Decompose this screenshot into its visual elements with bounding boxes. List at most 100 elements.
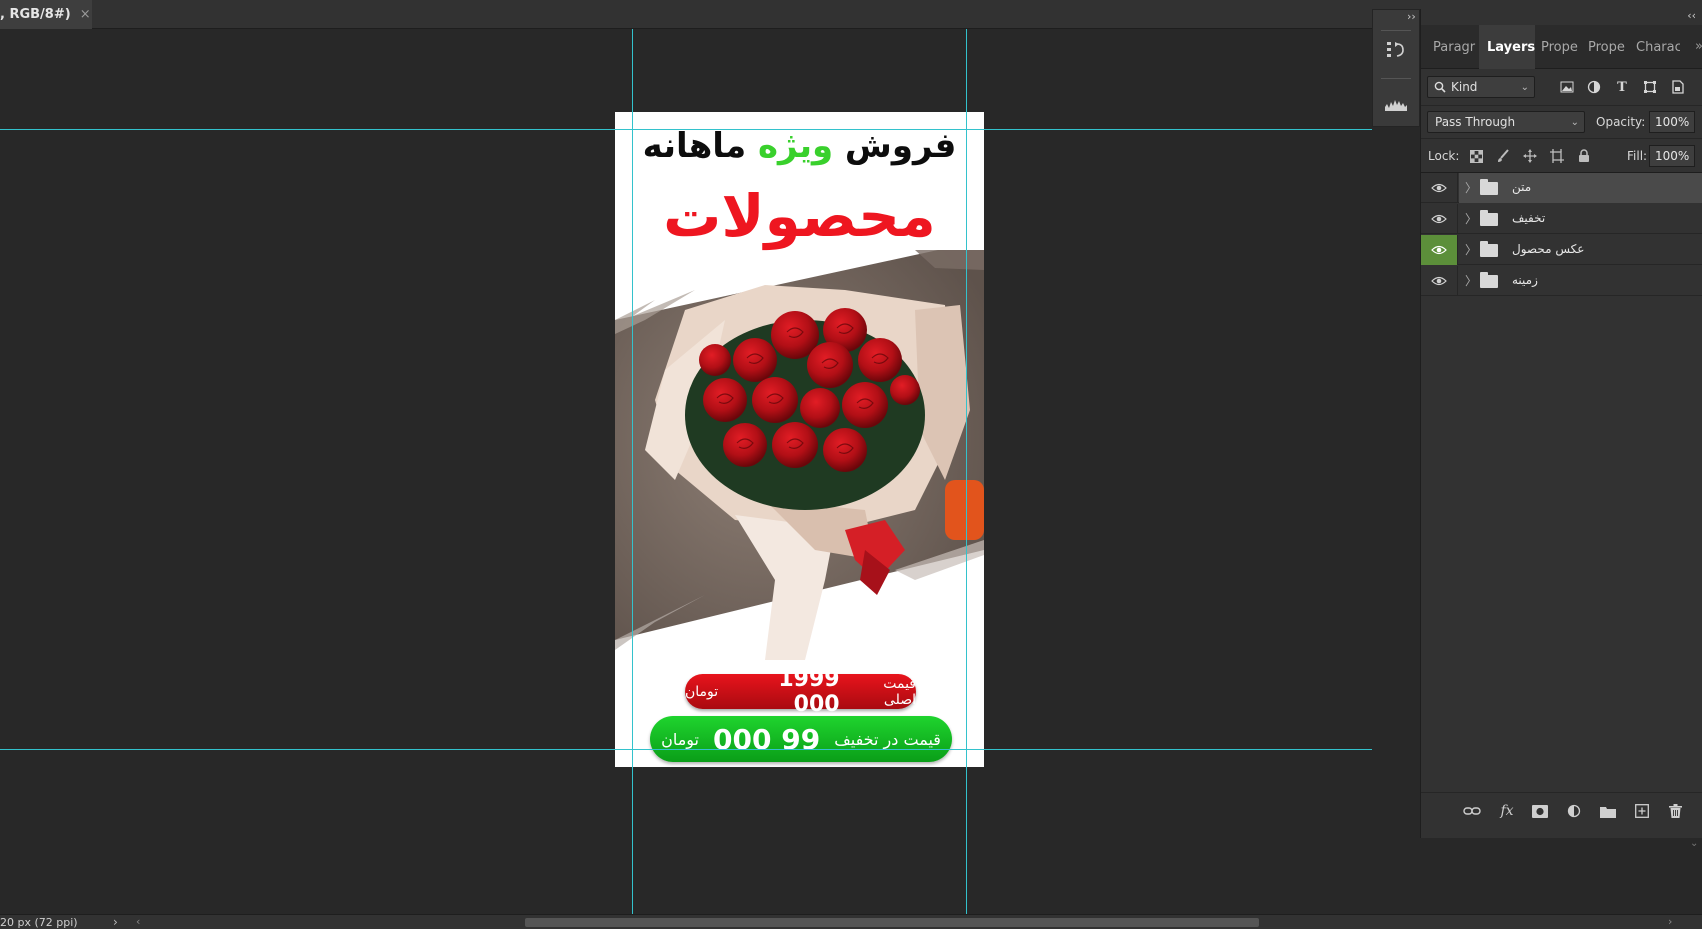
dock-divider <box>1381 30 1411 31</box>
chevron-right-icon[interactable]: 〉 <box>1465 179 1477 196</box>
vertical-guide[interactable] <box>966 29 967 914</box>
chevron-right-icon[interactable]: 〉 <box>1465 210 1477 227</box>
layer-body[interactable]: 〉 زمینه <box>1459 266 1702 296</box>
smart-object-filter-icon[interactable] <box>1667 76 1689 98</box>
type-filter-icon[interactable]: T <box>1611 76 1633 98</box>
layers-list: 〉 متن 〉 تخفیف 〉 عکس محصول 〉 زمینه <box>1421 172 1702 792</box>
search-icon <box>1434 81 1446 93</box>
mini-panel-dock: ›› <box>1372 9 1420 127</box>
tab-properties-2[interactable]: Prope <box>1588 25 1628 69</box>
layer-row[interactable]: 〉 زمینه <box>1421 266 1702 296</box>
panel-tabs: Paragr Layers Prope Prope Charac » <box>1421 25 1702 69</box>
lock-artboard-icon[interactable] <box>1547 146 1567 166</box>
close-icon[interactable]: × <box>80 7 91 22</box>
tab-paragraph[interactable]: Paragr <box>1433 25 1479 69</box>
layer-row[interactable]: 〉 تخفیف <box>1421 204 1702 234</box>
folder-icon <box>1480 272 1498 288</box>
lock-row: Lock: Fill: 100% <box>1421 138 1702 172</box>
layer-name: زمینه <box>1512 273 1538 287</box>
tab-properties[interactable]: Prope <box>1541 25 1581 69</box>
scroll-right-icon[interactable]: › <box>1668 915 1672 928</box>
canvas-area[interactable]: فروش ویژه ماهانه محصولات قیمت اصلی 1999 … <box>0 29 1372 914</box>
expand-dock-icon[interactable]: ›› <box>1407 10 1416 23</box>
chevron-right-icon[interactable]: 〉 <box>1465 241 1477 258</box>
original-price-label: قیمت اصلی <box>883 675 916 708</box>
chevron-right-icon[interactable]: 〉 <box>1465 272 1477 289</box>
headline-accent: ویژه <box>757 126 834 166</box>
adjustment-layer-icon[interactable] <box>1563 801 1585 821</box>
layers-panel-footer: fx <box>1421 792 1702 828</box>
eye-icon[interactable] <box>1421 204 1458 234</box>
chevron-right-icon[interactable]: › <box>113 915 118 929</box>
headline-part1: فروش <box>833 126 957 166</box>
layer-filter-row: Kind ⌄ T <box>1421 69 1702 105</box>
more-tabs-icon[interactable]: » <box>1695 39 1702 54</box>
layer-name: تخفیف <box>1512 211 1546 225</box>
blend-mode-value: Pass Through <box>1435 115 1516 129</box>
vertical-guide[interactable] <box>632 29 633 914</box>
layer-row[interactable]: 〉 متن <box>1421 173 1702 203</box>
filter-kind-select[interactable]: Kind ⌄ <box>1427 76 1535 98</box>
layer-row[interactable]: 〉 عکس محصول <box>1421 235 1702 265</box>
tab-layers[interactable]: Layers <box>1479 25 1535 69</box>
original-price-value: 1999 000 <box>778 666 840 717</box>
layers-panel: ‹‹ Paragr Layers Prope Prope Charac » Ki… <box>1420 9 1702 838</box>
status-bar: 20 px (72 ppi) › ‹ › <box>0 914 1702 929</box>
lock-label: Lock: <box>1428 149 1460 163</box>
filter-kind-label: Kind <box>1451 80 1478 94</box>
chevron-down-icon: ⌄ <box>1570 116 1579 128</box>
layer-body[interactable]: 〉 عکس محصول <box>1459 235 1702 265</box>
collapse-panel-icon[interactable]: ‹‹ <box>1687 9 1696 22</box>
link-layers-icon[interactable] <box>1461 801 1483 821</box>
subhead-text: محصولات <box>663 182 936 250</box>
lock-transparent-pixels-icon[interactable] <box>1466 146 1486 166</box>
delete-layer-icon[interactable] <box>1664 801 1686 821</box>
shape-filter-icon[interactable] <box>1639 76 1661 98</box>
lock-position-icon[interactable] <box>1520 146 1540 166</box>
eye-icon[interactable] <box>1421 266 1458 296</box>
history-icon[interactable] <box>1381 35 1411 63</box>
add-mask-icon[interactable] <box>1529 801 1551 821</box>
new-group-icon[interactable] <box>1597 801 1619 821</box>
chevron-down-icon: ⌄ <box>1520 81 1529 93</box>
layer-body[interactable]: 〉 تخفیف <box>1459 204 1702 234</box>
opacity-label: Opacity: <box>1596 115 1646 129</box>
document-size-status: 20 px (72 ppi) <box>0 916 78 929</box>
document-tab-title: , RGB/8#) <box>0 7 71 22</box>
discount-price-value: 99 000 <box>713 722 821 756</box>
folder-icon <box>1480 241 1498 257</box>
new-layer-icon[interactable] <box>1631 801 1653 821</box>
image-filter-icon[interactable] <box>1556 76 1578 98</box>
scroll-left-icon[interactable]: ‹ <box>136 915 140 928</box>
horizontal-guide[interactable] <box>0 749 1372 750</box>
photoshop-window: , RGB/8#) × فروش ویژه ماهانه محصولات قیم… <box>0 0 1702 929</box>
blend-mode-select[interactable]: Pass Through ⌄ <box>1427 111 1585 133</box>
eye-icon[interactable] <box>1421 173 1458 203</box>
fill-input[interactable]: 100% <box>1649 145 1695 167</box>
horizontal-guide[interactable] <box>0 129 1372 130</box>
discount-price-currency: تومان <box>661 729 700 749</box>
horizontal-scrollbar-thumb[interactable] <box>525 918 1259 927</box>
adjustment-filter-icon[interactable] <box>1583 76 1605 98</box>
eye-icon[interactable] <box>1421 235 1458 265</box>
fill-label: Fill: <box>1627 149 1648 163</box>
headline-part2: ماهانه <box>642 126 758 166</box>
folder-icon <box>1480 179 1498 195</box>
fx-icon[interactable]: fx <box>1496 801 1518 821</box>
layer-name: متن <box>1512 180 1532 194</box>
lock-all-icon[interactable] <box>1574 146 1594 166</box>
layer-name: عکس محصول <box>1512 242 1585 256</box>
product-photo <box>615 250 984 660</box>
discount-price-pill: قیمت در تخفیف 99 000 تومان <box>650 716 952 762</box>
opacity-input[interactable]: 100% <box>1649 111 1695 133</box>
layer-body[interactable]: 〉 متن <box>1459 173 1702 203</box>
original-price-pill: قیمت اصلی 1999 000 تومان <box>685 667 916 717</box>
lock-image-pixels-icon[interactable] <box>1493 146 1513 166</box>
folder-icon <box>1480 210 1498 226</box>
artboard[interactable]: فروش ویژه ماهانه محصولات قیمت اصلی 1999 … <box>615 112 984 767</box>
document-tab[interactable]: , RGB/8#) × <box>0 0 92 29</box>
blend-row: Pass Through ⌄ Opacity: 100% <box>1421 105 1702 138</box>
histogram-icon[interactable] <box>1381 90 1411 118</box>
tab-character[interactable]: Charac <box>1636 25 1680 69</box>
scroll-down-icon[interactable]: ⌄ <box>1690 838 1698 849</box>
